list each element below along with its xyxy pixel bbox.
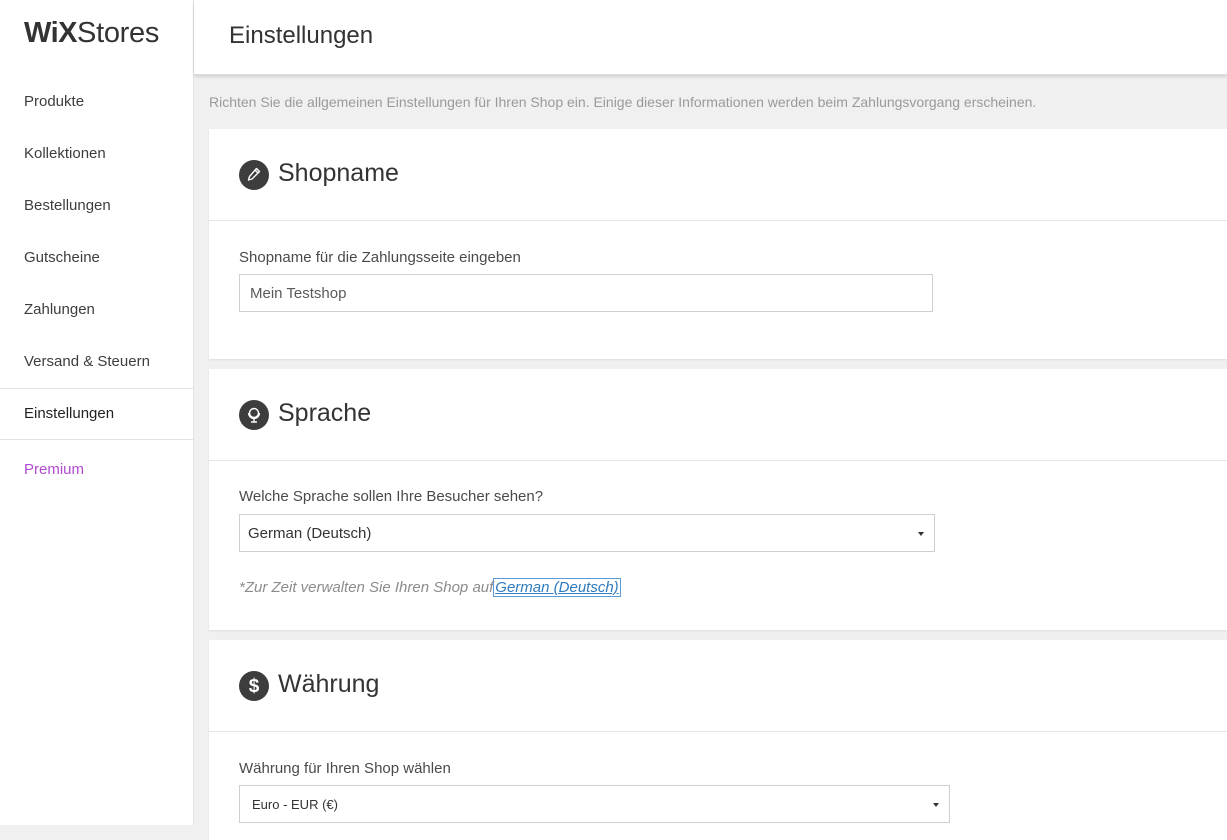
shopname-label: Shopname für die Zahlungsseite eingeben — [239, 249, 521, 266]
currency-label: Währung für Ihren Shop wählen — [239, 760, 451, 777]
language-note-text: *Zur Zeit verwalten Sie Ihren Shop auf — [239, 579, 494, 596]
language-card-header: Sprache — [209, 369, 1227, 461]
shopname-input[interactable] — [239, 274, 933, 312]
shopname-card-header: Shopname — [209, 129, 1227, 221]
sidebar-item-bestellungen[interactable]: Bestellungen — [0, 180, 193, 232]
dollar-icon: $ — [239, 671, 269, 701]
currency-selected-value: Euro - EUR (€) — [252, 796, 338, 812]
currency-title: Währung — [278, 670, 380, 698]
currency-select[interactable]: Euro - EUR (€) — [239, 785, 950, 823]
sidebar-item-premium[interactable]: Premium — [0, 440, 193, 500]
sidebar: WiX Stores Produkte Kollektionen Bestell… — [0, 0, 194, 825]
globe-icon — [239, 400, 269, 430]
language-note: *Zur Zeit verwalten Sie Ihren Shop auf Ge… — [239, 578, 621, 597]
sidebar-item-einstellungen[interactable]: Einstellungen — [0, 388, 193, 440]
language-label: Welche Sprache sollen Ihre Besucher sehe… — [239, 488, 544, 505]
logo-wix: WiX — [24, 17, 78, 49]
wix-stores-logo[interactable]: WiX Stores — [24, 17, 159, 53]
chevron-down-icon — [933, 803, 939, 807]
sidebar-nav: Produkte Kollektionen Bestellungen Gutsc… — [0, 76, 193, 500]
sidebar-item-zahlungen[interactable]: Zahlungen — [0, 284, 193, 336]
sidebar-item-produkte[interactable]: Produkte — [0, 76, 193, 128]
sidebar-item-kollektionen[interactable]: Kollektionen — [0, 128, 193, 180]
pencil-icon — [239, 160, 269, 190]
intro-text: Richten Sie die allgemeinen Einstellunge… — [209, 94, 1037, 110]
language-selected-value: German (Deutsch) — [248, 524, 372, 542]
sidebar-item-versand-steuern[interactable]: Versand & Steuern — [0, 336, 193, 388]
currency-card-header: $ Währung — [209, 640, 1227, 732]
sidebar-item-gutscheine[interactable]: Gutscheine — [0, 232, 193, 284]
language-card: Sprache Welche Sprache sollen Ihre Besuc… — [209, 369, 1227, 630]
language-select[interactable]: German (Deutsch) — [239, 514, 935, 552]
page-title: Einstellungen — [229, 22, 374, 49]
chevron-down-icon — [918, 532, 924, 536]
page-header: Einstellungen — [194, 0, 1227, 75]
logo-stores: Stores — [77, 17, 160, 49]
shopname-card: Shopname Shopname für die Zahlungsseite … — [209, 129, 1227, 359]
language-note-link[interactable]: German (Deutsch) — [493, 578, 621, 597]
currency-card: $ Währung Währung für Ihren Shop wählen … — [209, 640, 1227, 840]
shopname-title: Shopname — [278, 159, 399, 187]
language-title: Sprache — [278, 399, 372, 427]
